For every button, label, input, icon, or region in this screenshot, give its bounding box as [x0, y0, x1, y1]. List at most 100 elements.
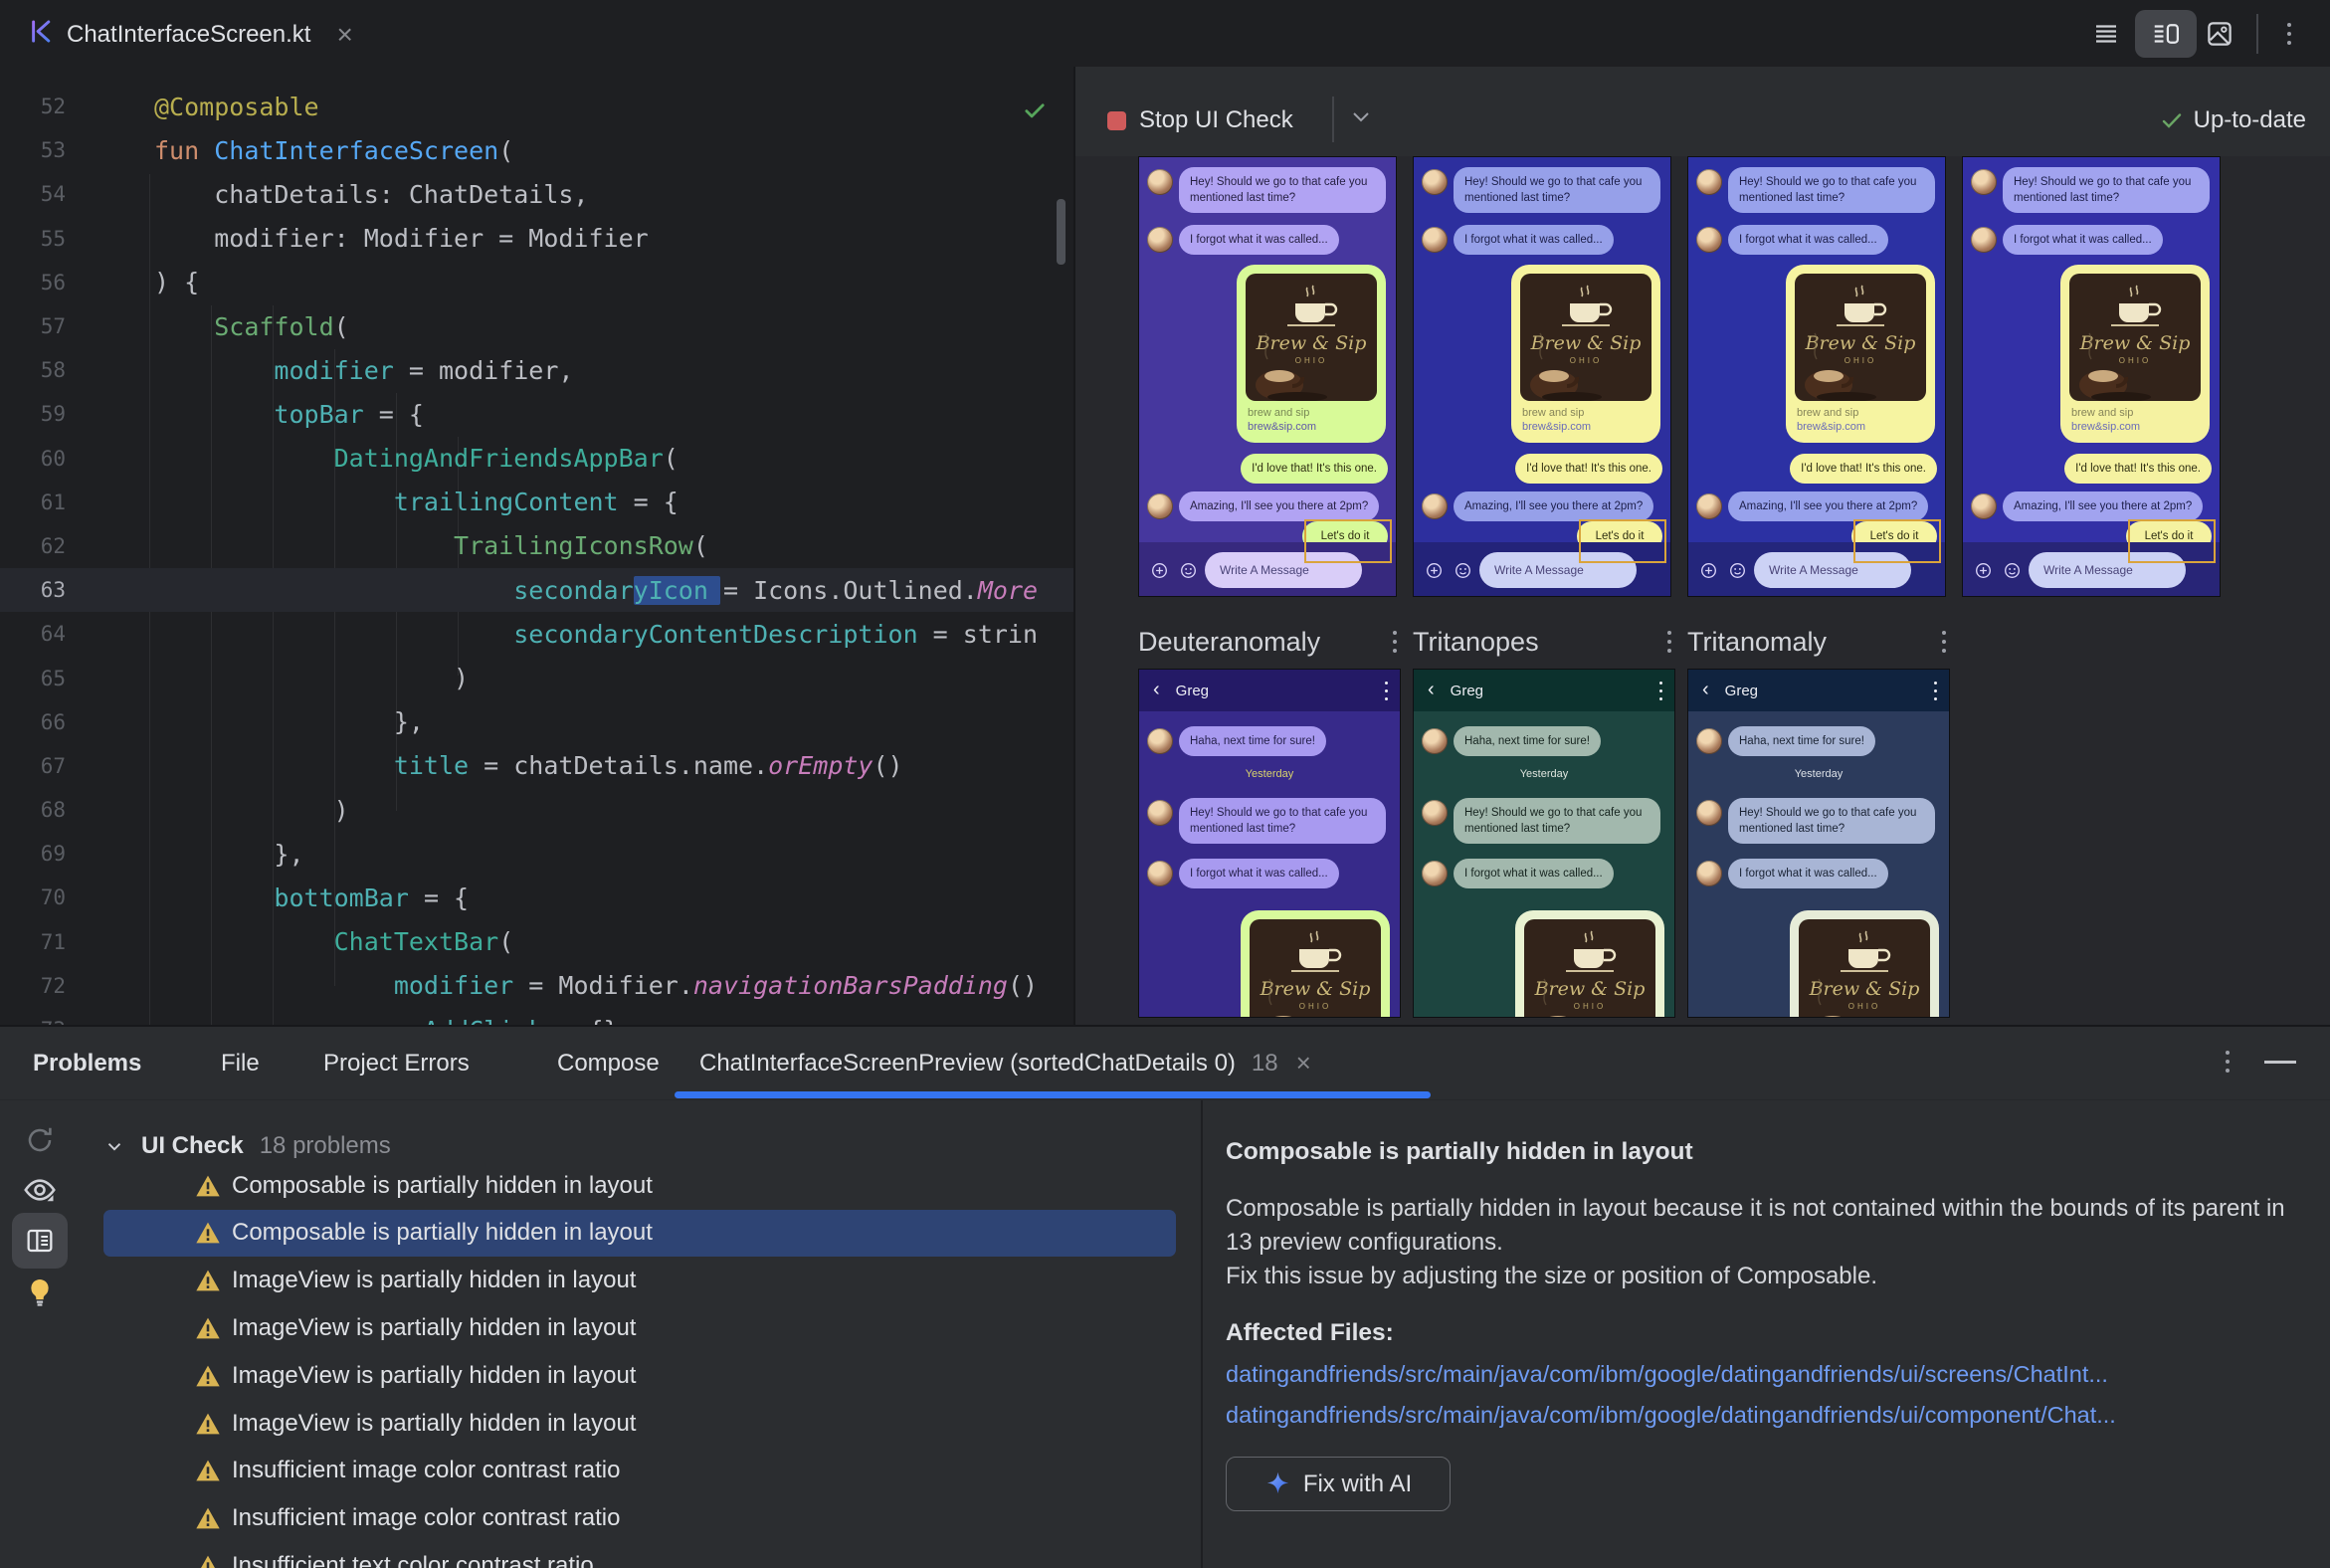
coffee-shop-image: Brew & Sip OHIO	[1795, 274, 1926, 401]
code-line: 72 modifier = Modifier.navigationBarsPad…	[0, 964, 1073, 1008]
back-icon: ‹	[1153, 678, 1160, 700]
affected-file-link[interactable]: datingandfriends/src/main/java/com/ibm/g…	[1226, 1361, 2300, 1388]
avatar	[1422, 800, 1448, 826]
code-line: 63 secondaryIcon = Icons.Outlined.More	[0, 568, 1073, 613]
problem-row[interactable]: ImageView is partially hidden in layout	[103, 1400, 1176, 1447]
line-number: 71	[40, 929, 66, 954]
code-editor[interactable]: 52 @Composable 53 fun ChatInterfaceScreen(5…	[0, 67, 1073, 1025]
uicheck-warning-outline	[1304, 519, 1392, 563]
line-number: 59	[40, 402, 66, 427]
avatar	[1147, 227, 1173, 253]
problem-row[interactable]: ImageView is partially hidden in layout	[103, 1352, 1176, 1399]
variant-kebab-icon[interactable]	[1942, 631, 1946, 653]
warning-icon	[196, 1460, 220, 1481]
emoji-icon	[1456, 562, 1470, 578]
problem-row[interactable]: Composable is partially hidden in layout	[103, 1209, 1176, 1257]
problem-fix-hint: Fix this issue by adjusting the size or …	[1226, 1263, 1877, 1289]
split-view-icon[interactable]	[2149, 17, 2183, 51]
svg-text:Brew & Sip: Brew & Sip	[1805, 332, 1916, 354]
editor-scrollbar[interactable]	[1057, 199, 1066, 265]
preview-panel-icon[interactable]	[14, 1215, 66, 1267]
phone-preview[interactable]: Hey! Should we go to that cafe you menti…	[1687, 156, 1946, 597]
svg-text:OHIO: OHIO	[1845, 356, 1876, 365]
add-icon	[1426, 562, 1443, 579]
emoji-icon	[1181, 562, 1196, 578]
line-number: 54	[40, 182, 66, 207]
minimize-icon[interactable]	[2264, 1061, 2296, 1064]
contact-name: Greg	[1175, 682, 1210, 699]
refresh-icon[interactable]	[14, 1114, 66, 1166]
card-title: brew and sip	[1797, 407, 1859, 419]
lightbulb-icon[interactable]	[14, 1267, 66, 1318]
phone-preview[interactable]: Hey! Should we go to that cafe you menti…	[1138, 156, 1397, 597]
panel-options-kebab-icon[interactable]	[2226, 1051, 2230, 1073]
chat-bubble-incoming: Amazing, I'll see you there at 2pm?	[1179, 491, 1380, 522]
warning-icon	[196, 1507, 220, 1529]
variant-label: Tritanopes	[1413, 624, 1671, 660]
card-link: brew&sip.com	[1248, 421, 1317, 433]
tab-compose[interactable]: Compose	[557, 1027, 660, 1099]
affected-file-link[interactable]: datingandfriends/src/main/java/com/ibm/g…	[1226, 1402, 2300, 1429]
code-line: 67 title = chatDetails.name.orEmpty()	[0, 744, 1073, 788]
problem-row[interactable]: Insufficient text color contrast ratio	[103, 1542, 1176, 1568]
more-kebab-icon[interactable]	[2272, 17, 2306, 51]
problem-row[interactable]: Insufficient image color contrast ratio	[103, 1495, 1176, 1542]
variant-kebab-icon[interactable]	[1667, 631, 1671, 653]
code-line: 52 @Composable	[0, 85, 1073, 128]
close-icon[interactable]: ×	[336, 21, 352, 49]
stop-ui-check-button[interactable]: Stop UI Check	[1139, 106, 1293, 134]
card-title: brew and sip	[2071, 407, 2134, 419]
chat-menu-kebab-icon	[1934, 682, 1937, 700]
code-line: 62 TrailingIconsRow(	[0, 524, 1073, 568]
eye-filter-icon[interactable]	[14, 1164, 66, 1216]
close-icon[interactable]: ×	[1296, 1048, 1311, 1078]
variant-kebab-icon[interactable]	[1393, 631, 1397, 653]
panel-title-problems[interactable]: Problems	[33, 1027, 141, 1099]
day-separator: Yesterday	[1245, 768, 1294, 780]
line-number: 61	[40, 490, 66, 514]
problem-row[interactable]: Composable is partially hidden in layout	[103, 1162, 1176, 1209]
svg-text:Brew & Sip: Brew & Sip	[1530, 332, 1642, 354]
chevron-down-icon[interactable]	[1350, 110, 1372, 129]
chevron-down-icon	[107, 1143, 121, 1151]
problem-row[interactable]: ImageView is partially hidden in layout	[103, 1258, 1176, 1304]
chat-menu-kebab-icon	[1385, 682, 1388, 700]
chat-bubble-incoming: Haha, next time for sure!	[1454, 726, 1601, 757]
chat-app-bar: ‹ Greg	[1688, 670, 1949, 711]
line-number: 58	[40, 358, 66, 383]
problems-panel: Problems File Project Errors Compose Cha…	[0, 1027, 2330, 1568]
details-divider[interactable]	[1201, 1100, 1203, 1568]
phone-preview[interactable]: ‹ Greg Haha, next time for sure! Yesterd…	[1138, 669, 1401, 1018]
phone-preview[interactable]: ‹ Greg Haha, next time for sure! Yesterd…	[1687, 669, 1950, 1018]
editor-tab-bar: ChatInterfaceScreen.kt ×	[0, 0, 2330, 84]
tab-project-errors[interactable]: Project Errors	[323, 1027, 470, 1099]
preview-grid: Hey! Should we go to that cafe you menti…	[1075, 156, 2330, 1025]
chat-bubble-incoming: Hey! Should we go to that cafe you menti…	[2003, 167, 2210, 214]
phone-preview[interactable]: Hey! Should we go to that cafe you menti…	[1413, 156, 1671, 597]
code-line: 60 DatingAndFriendsAppBar(	[0, 437, 1073, 481]
tab-file[interactable]: File	[221, 1027, 260, 1099]
chat-menu-kebab-icon	[1659, 682, 1662, 700]
problem-row[interactable]: ImageView is partially hidden in layout	[103, 1304, 1176, 1351]
chat-bubble-incoming: I forgot what it was called...	[1179, 225, 1339, 256]
code-view-icon[interactable]	[2089, 17, 2123, 51]
code-line: 56) {	[0, 261, 1073, 304]
variant-name: Tritanomaly	[1687, 626, 1828, 657]
inspections-ok-icon[interactable]	[1021, 97, 1049, 129]
tab-preview-active[interactable]: ChatInterfaceScreenPreview (sortedChatDe…	[699, 1027, 1311, 1099]
line-number: 67	[40, 753, 66, 778]
svg-text:Brew & Sip: Brew & Sip	[2079, 332, 2191, 354]
tab-chatinterfacescreen[interactable]: ChatInterfaceScreen.kt ×	[18, 12, 363, 58]
warning-icon	[196, 1413, 220, 1434]
line-number: 65	[40, 666, 66, 690]
line-number: 66	[40, 709, 66, 734]
line-number: 56	[40, 270, 66, 294]
problem-row[interactable]: Insufficient image color contrast ratio	[103, 1448, 1176, 1494]
phone-preview[interactable]: ‹ Greg Haha, next time for sure! Yesterd…	[1413, 669, 1675, 1018]
ui-check-group-header[interactable]: UI Check 18 problems	[103, 1126, 391, 1166]
fix-with-ai-button[interactable]: Fix with AI	[1226, 1457, 1451, 1511]
avatar	[1422, 169, 1448, 195]
design-view-icon[interactable]	[2203, 17, 2236, 51]
link-preview-card: Brew & Sip OHIO brew and sip brew&sip.co…	[2060, 265, 2210, 443]
phone-preview[interactable]: Hey! Should we go to that cafe you menti…	[1962, 156, 2221, 597]
